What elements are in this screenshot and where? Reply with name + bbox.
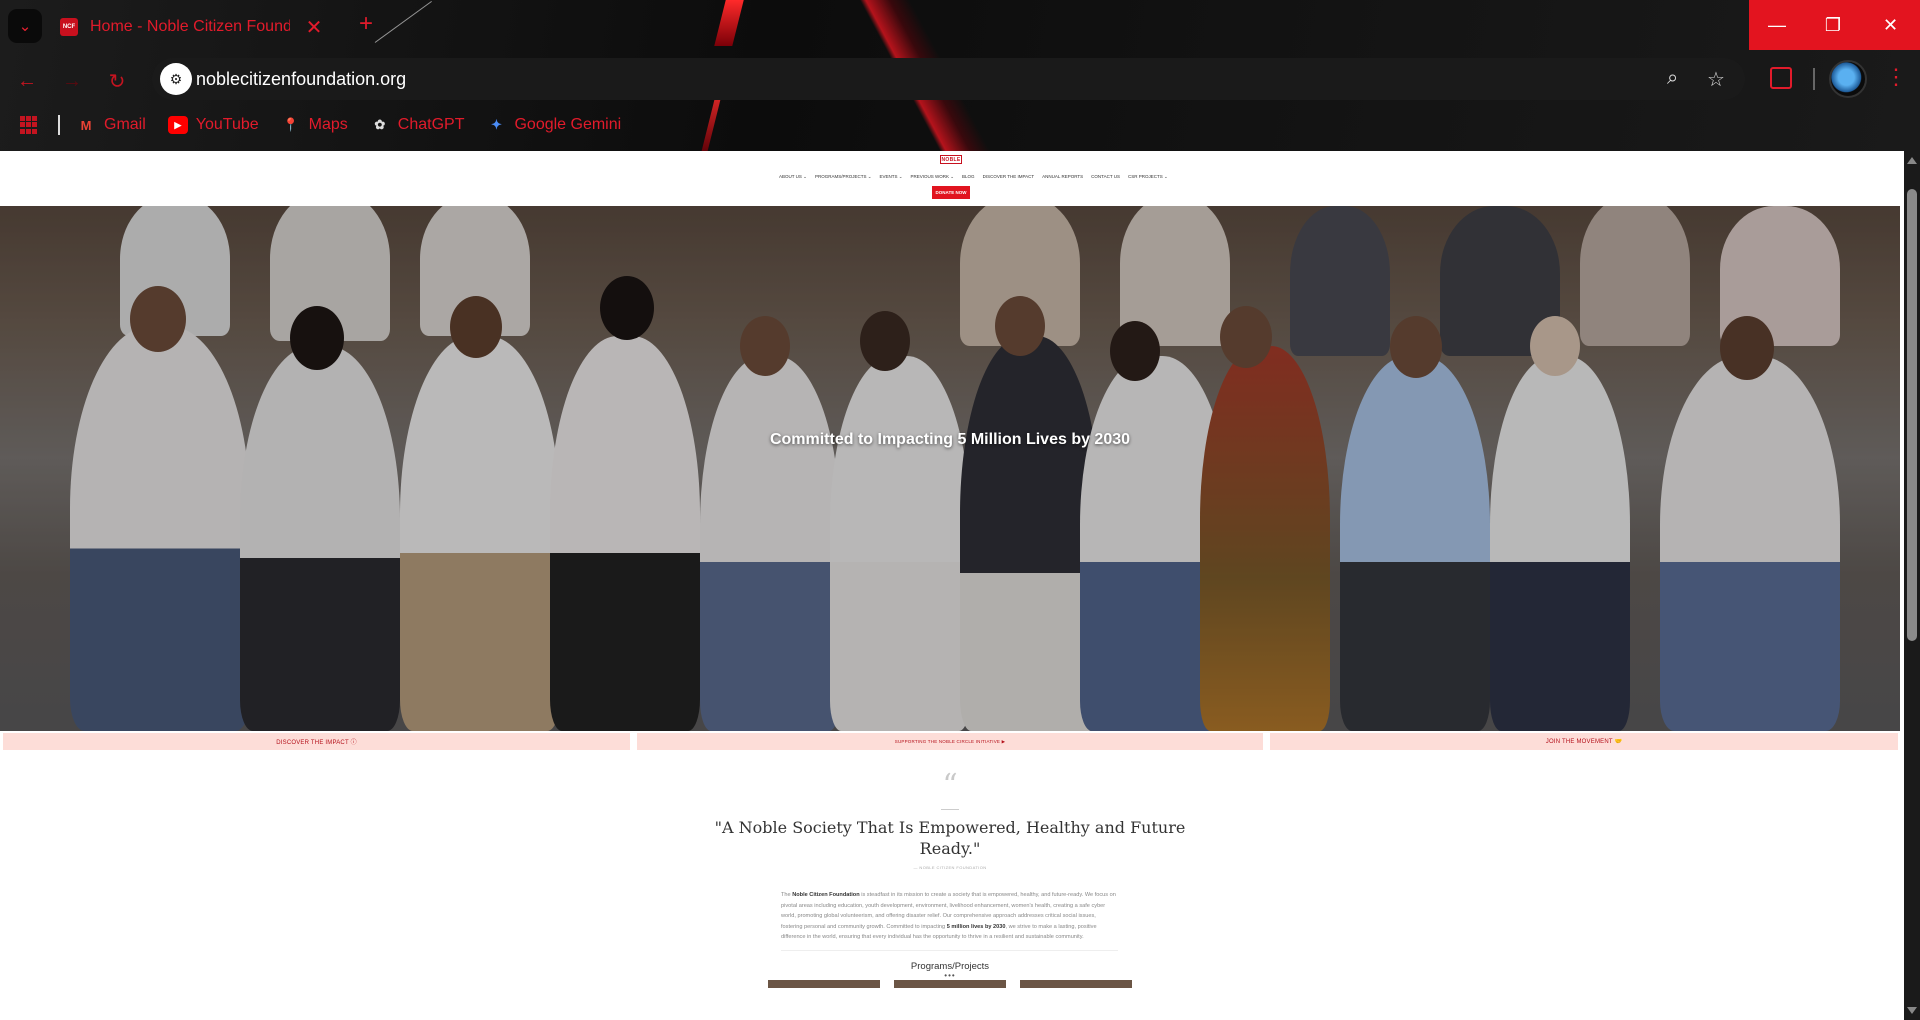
about-intro: The	[781, 892, 793, 898]
back-button[interactable]: ←	[10, 64, 44, 98]
bookmark-gemini[interactable]: ✦ Google Gemini	[486, 116, 621, 134]
theme-decoration	[701, 100, 721, 151]
nav-about-us[interactable]: ABOUT US ⌄	[779, 174, 807, 180]
hero-banner: Committed to Impacting 5 Million Lives b…	[0, 206, 1900, 731]
discover-impact-button[interactable]: DISCOVER THE IMPACT ⓘ	[3, 733, 630, 750]
theme-decoration	[714, 0, 744, 46]
maps-icon: 📍	[282, 117, 299, 132]
restore-button[interactable]: ❐	[1805, 0, 1861, 50]
site-logo[interactable]: NOBLE	[940, 155, 962, 164]
bookmark-label: Gmail	[104, 116, 146, 133]
site-nav: ABOUT US ⌄ PROGRAMS/PROJECTS ⌄ EVENTS ⌄ …	[779, 174, 1176, 180]
divider	[941, 809, 959, 810]
nav-previous-work[interactable]: PREVIOUS WORK ⌄	[911, 174, 955, 180]
more-menu-icon[interactable]: ⋮	[1885, 64, 1907, 90]
restore-icon: ❐	[1824, 14, 1842, 35]
bookmark-label: ChatGPT	[397, 116, 465, 133]
quote-attribution: — NOBLE CITIZEN FOUNDATION	[913, 865, 987, 870]
about-highlight: 5 million lives by 2030	[946, 923, 1006, 930]
divider	[781, 950, 1118, 951]
bookmark-label: Maps	[308, 116, 348, 133]
tab-search-button[interactable]: ⌄	[8, 9, 42, 43]
scrollbar-thumb[interactable]	[1907, 189, 1917, 641]
toolbar-divider	[1813, 68, 1815, 90]
gmail-icon: M	[80, 117, 92, 133]
chatgpt-icon: ✿	[374, 117, 386, 132]
nav-contact-us[interactable]: CONTACT US	[1091, 174, 1120, 180]
program-card-thumbnail[interactable]	[1020, 980, 1132, 988]
reload-icon: ↻	[108, 70, 126, 93]
arrow-right-icon: →	[62, 69, 82, 92]
bookmark-chatgpt[interactable]: ✿ ChatGPT	[370, 116, 465, 134]
noble-circle-button[interactable]: SUPPORTING THE NOBLE CIRCLE INITIATIVE ▶	[637, 733, 1263, 750]
quote-mark-icon: “	[942, 768, 958, 803]
bookmark-maps[interactable]: 📍 Maps	[281, 116, 348, 134]
address-bar[interactable]: ⚙ noblecitizenfoundation.org ⌕ ☆	[152, 58, 1745, 100]
nav-annual-reports[interactable]: ANNUAL REPORTS	[1042, 174, 1083, 180]
scroll-up-icon[interactable]	[1907, 157, 1917, 164]
bookmark-label: YouTube	[195, 116, 259, 133]
mission-quote: "A Noble Society That Is Empowered, Heal…	[714, 818, 1186, 858]
bookmark-star-icon[interactable]: ☆	[1707, 67, 1725, 92]
nav-blog[interactable]: BLOG	[962, 174, 975, 180]
program-card-thumbnail[interactable]	[768, 980, 880, 988]
programs-dots: •••	[944, 971, 956, 980]
youtube-icon: ▶	[167, 116, 188, 134]
active-tab[interactable]: NCF Home - Noble Citizen Foundation ✕	[52, 8, 342, 46]
minimize-button[interactable]: —	[1749, 0, 1805, 50]
page-viewport[interactable]: NOBLE ABOUT US ⌄ PROGRAMS/PROJECTS ⌄ EVE…	[0, 151, 1904, 1020]
close-icon: ✕	[1882, 14, 1899, 35]
nav-programs-projects[interactable]: PROGRAMS/PROJECTS ⌄	[815, 174, 872, 180]
page-scrollbar[interactable]	[1904, 151, 1920, 1020]
nav-csr-projects[interactable]: CSR PROJECTS ⌄	[1128, 174, 1168, 180]
profile-avatar[interactable]	[1829, 60, 1867, 98]
nav-events[interactable]: EVENTS ⌄	[879, 174, 902, 180]
site-favicon-icon: NCF	[60, 18, 78, 36]
scroll-down-icon[interactable]	[1907, 1007, 1917, 1014]
bookmarks-divider	[58, 115, 60, 135]
new-tab-button[interactable]: +	[351, 9, 381, 39]
url-text[interactable]: noblecitizenfoundation.org	[196, 69, 406, 90]
gemini-icon: ✦	[491, 117, 502, 132]
extensions-icon[interactable]	[1770, 67, 1792, 89]
theme-decoration	[374, 0, 432, 43]
plus-icon: +	[358, 10, 373, 37]
arrow-left-icon: ←	[17, 69, 37, 92]
about-org-name: Noble Citizen Foundation	[792, 892, 860, 898]
program-card-thumbnail[interactable]	[894, 980, 1006, 988]
bookmark-gmail[interactable]: M Gmail	[76, 116, 146, 134]
browser-chrome: ⌄ NCF Home - Noble Citizen Foundation ✕ …	[0, 0, 1920, 151]
apps-grid-icon[interactable]	[20, 116, 38, 134]
bookmarks-bar: M Gmail ▶ YouTube 📍 Maps ✿ ChatGPT ✦ Goo…	[20, 112, 643, 138]
nav-discover-the-impact[interactable]: DISCOVER THE IMPACT	[983, 174, 1035, 180]
hero-title: Committed to Impacting 5 Million Lives b…	[769, 431, 1131, 448]
forward-button[interactable]: →	[55, 64, 89, 98]
close-tab-icon[interactable]: ✕	[304, 15, 324, 40]
reload-button[interactable]: ↻	[100, 64, 134, 98]
site-info-icon[interactable]: ⚙	[160, 63, 192, 95]
close-window-button[interactable]: ✕	[1861, 0, 1920, 50]
bookmark-label: Google Gemini	[514, 116, 622, 133]
zoom-icon[interactable]: ⌕	[1667, 67, 1678, 90]
hero-overlay	[0, 206, 1900, 731]
chevron-down-icon: ⌄	[18, 18, 32, 35]
join-movement-button[interactable]: JOIN THE MOVEMENT 🤝	[1270, 733, 1898, 750]
about-paragraph: The Noble Citizen Foundation is steadfas…	[781, 890, 1118, 943]
bookmark-youtube[interactable]: ▶ YouTube	[167, 116, 259, 134]
donate-now-button[interactable]: DONATE NOW	[932, 186, 970, 199]
tab-title: Home - Noble Citizen Foundation	[90, 18, 290, 35]
minimize-icon: —	[1768, 14, 1786, 35]
